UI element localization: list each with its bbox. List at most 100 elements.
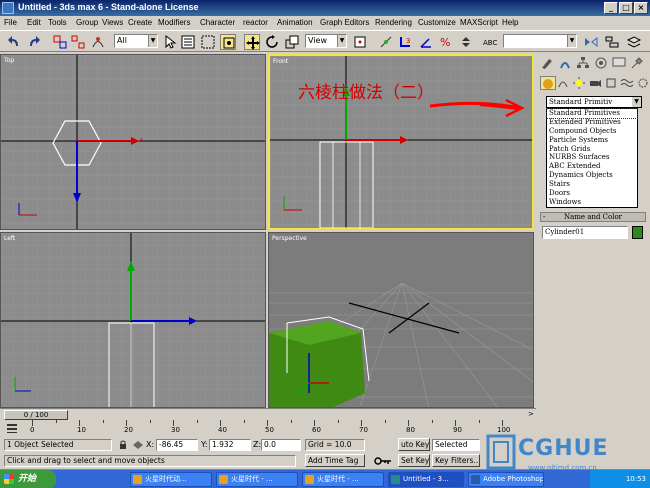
space-warps-icon[interactable] [620,76,636,90]
layer-manager-icon[interactable] [626,34,642,50]
category-option[interactable]: Particle Systems [547,136,637,145]
key-filters-button[interactable]: Key Filters... [432,454,480,467]
select-and-move-icon[interactable] [244,34,260,50]
reference-coordinate-select[interactable]: View ▼ [305,34,347,48]
x-coordinate-field[interactable]: -86.45 [156,439,198,451]
select-object-icon[interactable] [162,34,178,50]
taskbar-item[interactable]: 火星时代动... [130,472,212,487]
select-and-manipulate-icon[interactable] [378,34,394,50]
viewport-label-front[interactable]: Front [273,58,288,65]
helpers-icon[interactable] [604,76,620,90]
create-tab-icon[interactable] [540,56,556,70]
modify-tab-icon[interactable] [558,56,574,70]
menu-rendering[interactable]: Rendering [375,18,412,27]
category-option[interactable]: Stairs [547,180,637,189]
lock-selection-icon[interactable] [118,440,128,450]
mirror-icon[interactable] [583,34,599,50]
viewport-top[interactable]: x Top [0,54,266,230]
object-name-field[interactable]: Cylinder01 [542,226,628,239]
category-option[interactable]: ABC Extended [547,162,637,171]
menu-views[interactable]: Views [102,18,123,27]
viewport-label-perspective[interactable]: Perspective [272,235,307,242]
menu-tools[interactable]: Tools [48,18,67,27]
mini-curve-editor-icon[interactable] [6,422,18,434]
close-button[interactable]: × [634,2,648,14]
category-select[interactable]: Standard Primitiv ▼ [546,96,642,108]
menu-graph-editors[interactable]: Graph Editors [320,18,369,27]
auto-key-button[interactable]: uto Key [398,438,430,451]
viewport-perspective[interactable]: Perspective [268,232,534,408]
percent-snap-icon[interactable]: % [438,34,454,50]
menu-file[interactable]: File [4,18,17,27]
window-crossing-icon[interactable] [220,34,236,50]
viewport-front[interactable]: Front 六棱柱做法（二） [268,54,534,230]
time-slider-thumb[interactable]: 0 / 100 [4,410,68,420]
viewport-left[interactable]: Left [0,232,266,408]
lights-icon[interactable] [572,76,588,90]
menu-edit[interactable]: Edit [27,18,41,27]
menu-customize[interactable]: Customize [418,18,456,27]
viewport-label-top[interactable]: Top [4,57,14,64]
menu-create[interactable]: Create [128,18,152,27]
redo-icon[interactable] [26,34,42,50]
start-button[interactable]: 开始 [0,470,56,488]
key-mode-select[interactable]: Selected [432,439,480,451]
named-selection-sets-icon[interactable]: ABC [482,34,498,50]
taskbar-item[interactable]: 火星时代 - ... [216,472,298,487]
category-option[interactable]: Doors [547,189,637,198]
bind-space-warp-icon[interactable] [90,34,106,50]
category-option[interactable]: NURBS Surfaces [547,153,637,162]
viewport-label-left[interactable]: Left [4,235,15,242]
set-key-button[interactable]: Set Key [398,454,430,467]
align-icon[interactable] [604,34,620,50]
rectangular-selection-icon[interactable] [200,34,216,50]
cameras-icon[interactable] [588,76,604,90]
menu-maxscript[interactable]: MAXScript [460,18,498,27]
category-option[interactable]: Standard Primitives [546,108,638,119]
undo-icon[interactable] [6,34,22,50]
maximize-button[interactable]: □ [619,2,633,14]
display-tab-icon[interactable] [612,56,628,70]
category-option[interactable]: Extended Primitives [547,118,637,127]
snap-toggle-icon[interactable]: 3 [398,34,414,50]
object-color-swatch[interactable] [632,226,643,239]
geometry-icon[interactable] [540,76,556,90]
name-and-color-rollout[interactable]: - Name and Color [540,212,646,222]
add-time-tag-button[interactable]: Add Time Tag [305,454,365,467]
select-by-name-icon[interactable] [180,34,196,50]
menu-group[interactable]: Group [76,18,98,27]
category-option[interactable]: Dynamics Objects [547,171,637,180]
menu-reactor[interactable]: reactor [243,18,268,27]
motion-tab-icon[interactable] [594,56,610,70]
hierarchy-tab-icon[interactable] [576,56,592,70]
absolute-mode-icon[interactable] [132,440,144,450]
category-option[interactable]: Compound Objects [547,127,637,136]
time-slider[interactable]: 0 / 100 > [0,408,536,420]
y-coordinate-field[interactable]: 1.932 [209,439,251,451]
utilities-tab-icon[interactable] [630,56,646,70]
minimize-button[interactable]: _ [604,2,618,14]
category-option[interactable]: Patch Grids [547,145,637,154]
category-option[interactable]: Windows [547,198,637,207]
taskbar-item[interactable]: 火星时代 - ... [302,472,384,487]
named-selection-set-select[interactable]: ▼ [503,34,577,48]
chevron-right-icon[interactable]: > [528,410,534,418]
z-coordinate-field[interactable]: 0.0 [261,439,301,451]
menu-animation[interactable]: Animation [277,18,313,27]
selection-filter-select[interactable]: All ▼ [114,34,158,48]
select-and-rotate-icon[interactable] [264,34,280,50]
angle-snap-icon[interactable] [418,34,434,50]
select-and-scale-icon[interactable] [284,34,300,50]
unlink-icon[interactable] [70,34,86,50]
select-and-link-icon[interactable] [52,34,68,50]
menu-modifiers[interactable]: Modifiers [158,18,190,27]
menu-help[interactable]: Help [502,18,518,27]
key-icon[interactable] [374,455,392,467]
track-bar[interactable]: 0 10 20 30 40 50 60 70 80 90 100 [0,420,536,436]
shapes-icon[interactable] [556,76,572,90]
taskbar-item-active[interactable]: Untitled - 3... [388,472,464,487]
pivot-center-icon[interactable] [352,34,368,50]
systems-icon[interactable] [636,76,650,90]
spinner-snap-icon[interactable] [458,34,474,50]
menu-character[interactable]: Character [200,18,235,27]
